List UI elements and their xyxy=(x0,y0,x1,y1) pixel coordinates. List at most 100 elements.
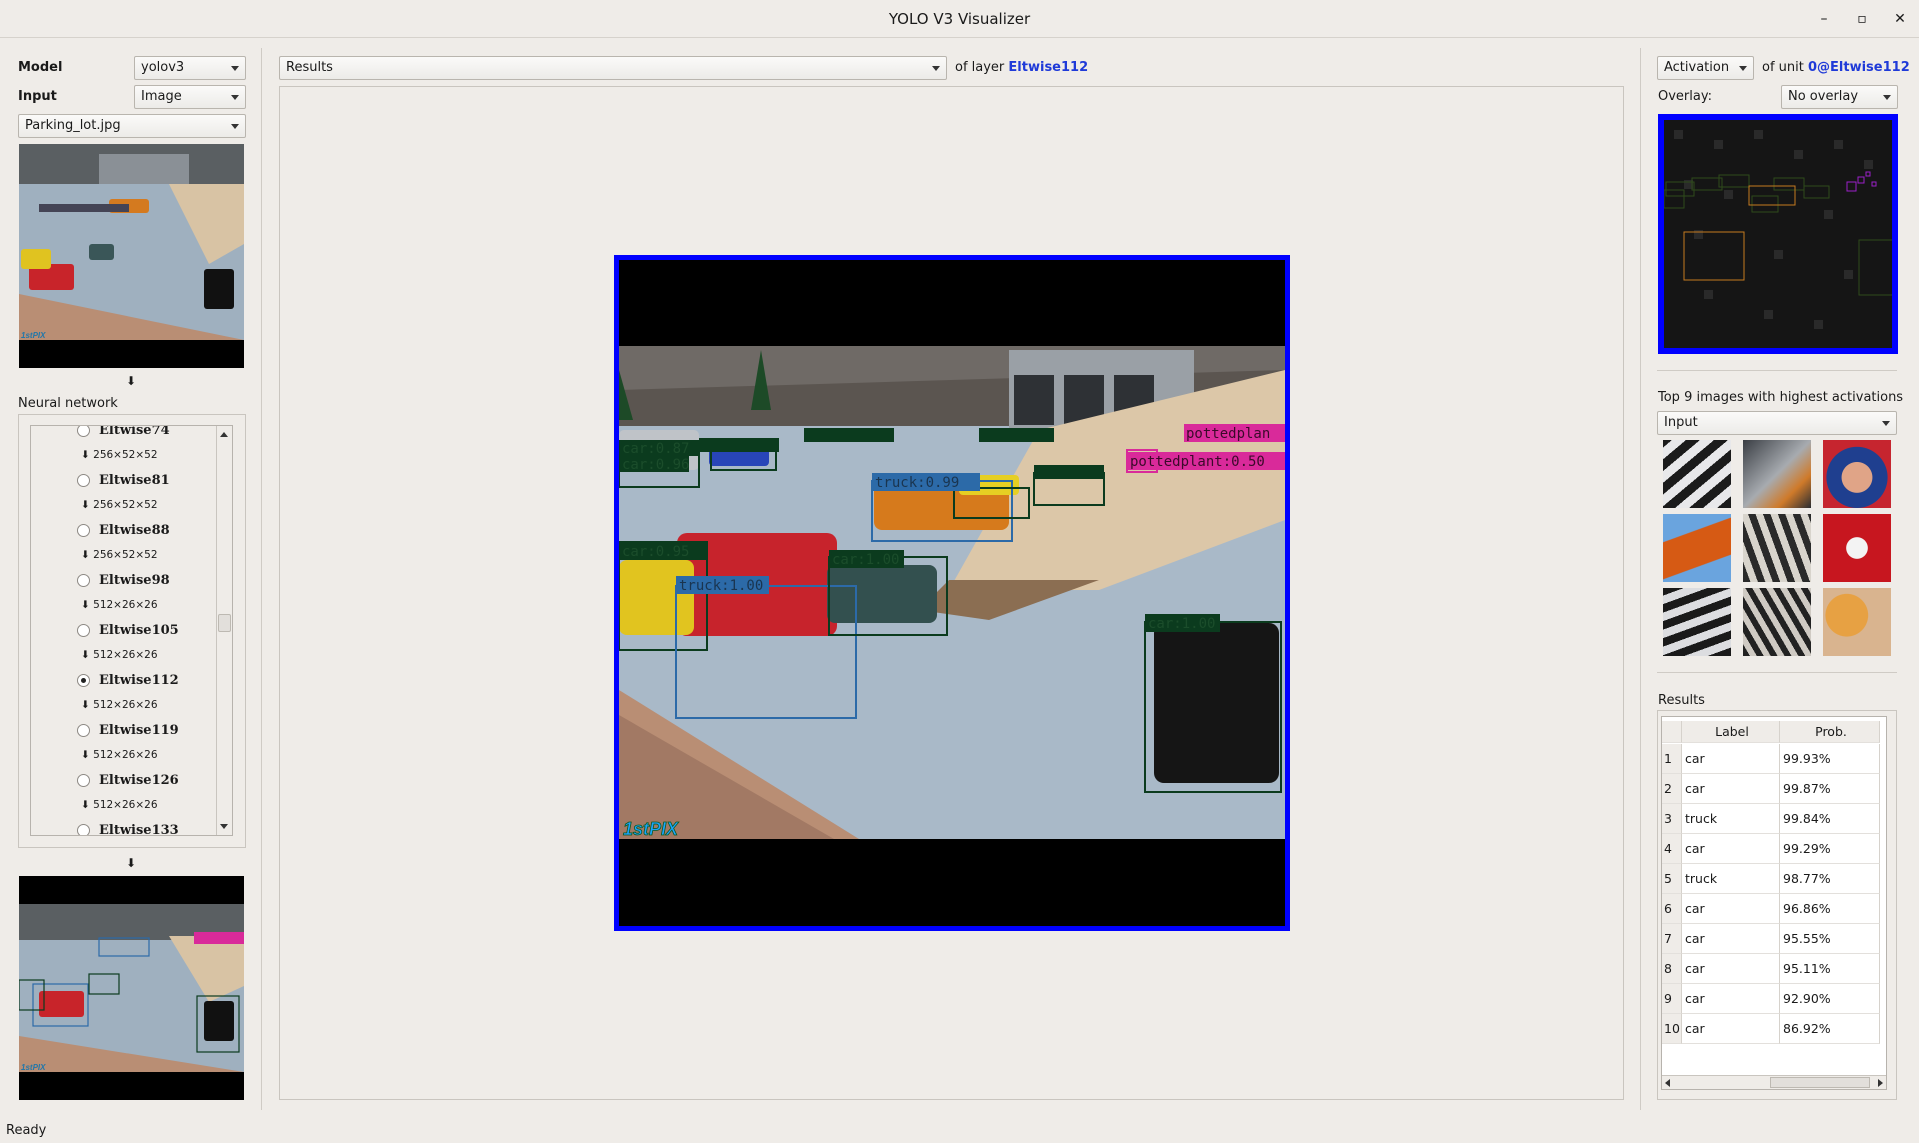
column-header-prob[interactable]: Prob. xyxy=(1780,721,1880,743)
close-icon[interactable]: ✕ xyxy=(1891,0,1909,38)
network-tree[interactable]: Eltwise74 ⬇ 256×52×52 Eltwise81 ⬇ 256×52×52… xyxy=(30,425,233,836)
watermark-text: 1stPIX xyxy=(623,819,679,839)
window-title: YOLO V3 Visualizer xyxy=(888,10,1031,28)
top-image-1[interactable] xyxy=(1663,440,1731,508)
title-bar: YOLO V3 Visualizer – ▫ ✕ xyxy=(0,0,1919,38)
input-select[interactable]: Image xyxy=(134,85,246,109)
table-row[interactable]: 6 car 96.86% xyxy=(1662,894,1880,924)
top-image-5[interactable] xyxy=(1743,514,1811,582)
layer-link[interactable]: Eltwise112 xyxy=(1008,60,1088,75)
tree-item-dimension: ⬇ 512×26×26 xyxy=(31,693,217,718)
tree-item-layer[interactable]: Eltwise81 xyxy=(31,468,217,493)
top-image-3[interactable] xyxy=(1823,440,1891,508)
chevron-down-icon xyxy=(231,124,239,129)
file-select[interactable]: Parking_lot.jpg xyxy=(18,114,246,138)
layer-radio[interactable] xyxy=(77,774,90,787)
table-row[interactable]: 4 car 99.29% xyxy=(1662,834,1880,864)
top-image-8[interactable] xyxy=(1743,588,1811,656)
top-image-6[interactable] xyxy=(1823,514,1891,582)
minimize-icon[interactable]: – xyxy=(1815,0,1833,38)
layer-dimension: ⬇ 256×52×52 xyxy=(81,499,158,511)
top-image-2[interactable] xyxy=(1743,440,1811,508)
table-row[interactable]: 1 car 99.93% xyxy=(1662,744,1880,774)
layer-radio[interactable] xyxy=(77,524,90,537)
column-header-label[interactable]: Label xyxy=(1682,721,1780,743)
detection-label: car:1.00 xyxy=(832,552,899,568)
layer-radio[interactable] xyxy=(77,724,90,737)
scroll-down-icon[interactable] xyxy=(220,824,228,829)
tree-item-layer[interactable]: Eltwise98 xyxy=(31,568,217,593)
watermark-text: 1stPIX xyxy=(21,331,46,340)
chevron-down-icon xyxy=(932,66,940,71)
layer-radio[interactable] xyxy=(77,674,90,687)
tree-item-layer[interactable]: Eltwise105 xyxy=(31,618,217,643)
top-image-7[interactable] xyxy=(1663,588,1731,656)
of-unit-label: of unit xyxy=(1762,60,1804,75)
table-row[interactable]: 8 car 95.11% xyxy=(1662,954,1880,984)
tree-item-layer[interactable]: Eltwise133 xyxy=(31,818,217,836)
scroll-thumb[interactable] xyxy=(1770,1077,1870,1088)
divider xyxy=(1657,672,1897,673)
maximize-icon[interactable]: ▫ xyxy=(1853,0,1871,38)
chevron-down-icon xyxy=(1882,421,1890,426)
table-row[interactable]: 7 car 95.55% xyxy=(1662,924,1880,954)
chevron-down-icon xyxy=(231,66,239,71)
tree-scrollbar[interactable] xyxy=(216,426,232,835)
scroll-up-icon[interactable] xyxy=(220,432,228,437)
layer-dimension: ⬇ 512×26×26 xyxy=(81,749,158,761)
results-table[interactable]: Label Prob. 1 car 99.93% 2 car 99.87% 3 truck 99… xyxy=(1661,716,1887,1090)
overlay-select[interactable]: No overlay xyxy=(1781,85,1898,109)
tree-item-layer[interactable]: Eltwise112 xyxy=(31,668,217,693)
layer-name: Eltwise119 xyxy=(99,723,179,738)
tree-item-layer[interactable]: Eltwise74 xyxy=(31,426,217,443)
row-label: car xyxy=(1682,1014,1780,1044)
tree-item-dimension: ⬇ 512×26×26 xyxy=(31,743,217,768)
row-prob: 99.84% xyxy=(1780,804,1880,834)
detection-label: car:0.87 xyxy=(622,441,689,457)
table-header: Label Prob. xyxy=(1662,721,1880,743)
table-row[interactable]: 9 car 92.90% xyxy=(1662,984,1880,1014)
scroll-thumb[interactable] xyxy=(218,614,231,632)
row-index: 5 xyxy=(1662,864,1682,894)
table-hscrollbar[interactable] xyxy=(1662,1075,1886,1089)
row-prob: 99.29% xyxy=(1780,834,1880,864)
table-row[interactable]: 2 car 99.87% xyxy=(1662,774,1880,804)
unit-link[interactable]: 0@Eltwise112 xyxy=(1808,60,1910,75)
row-label: car xyxy=(1682,834,1780,864)
top-image-4[interactable] xyxy=(1663,514,1731,582)
tree-item-layer[interactable]: Eltwise88 xyxy=(31,518,217,543)
layer-radio[interactable] xyxy=(77,824,90,835)
row-prob: 95.11% xyxy=(1780,954,1880,984)
layer-name: Eltwise133 xyxy=(99,823,179,836)
table-row[interactable]: 3 truck 99.84% xyxy=(1662,804,1880,834)
row-label: car xyxy=(1682,984,1780,1014)
tree-item-dimension: ⬇ 512×26×26 xyxy=(31,643,217,668)
layer-radio[interactable] xyxy=(77,624,90,637)
tree-item-layer[interactable]: Eltwise126 xyxy=(31,768,217,793)
detection-label: car:0.96 xyxy=(622,457,689,473)
layer-name: Eltwise81 xyxy=(99,473,170,488)
layer-radio[interactable] xyxy=(77,426,90,437)
table-row[interactable]: 10 car 86.92% xyxy=(1662,1014,1880,1044)
model-select[interactable]: yolov3 xyxy=(134,56,246,80)
top-source-select[interactable]: Input xyxy=(1657,411,1897,435)
view-select[interactable]: Results xyxy=(279,56,947,80)
table-row[interactable]: 5 truck 98.77% xyxy=(1662,864,1880,894)
splitter-left[interactable] xyxy=(261,48,262,1110)
mode-select[interactable]: Activation xyxy=(1657,56,1754,80)
layer-name: Eltwise112 xyxy=(99,673,179,688)
tree-item-layer[interactable]: Eltwise119 xyxy=(31,718,217,743)
detection-label: car:1.00 xyxy=(1148,616,1215,632)
layer-radio[interactable] xyxy=(77,574,90,587)
row-index: 10 xyxy=(1662,1014,1682,1044)
row-prob: 99.93% xyxy=(1780,744,1880,774)
layer-dimension: ⬇ 256×52×52 xyxy=(81,449,158,461)
scroll-left-icon[interactable] xyxy=(1665,1079,1670,1087)
scroll-right-icon[interactable] xyxy=(1878,1079,1883,1087)
row-index: 6 xyxy=(1662,894,1682,924)
top-image-9[interactable] xyxy=(1823,588,1891,656)
row-index: 2 xyxy=(1662,774,1682,804)
splitter-right[interactable] xyxy=(1640,48,1641,1110)
layer-radio[interactable] xyxy=(77,474,90,487)
row-label: car xyxy=(1682,774,1780,804)
